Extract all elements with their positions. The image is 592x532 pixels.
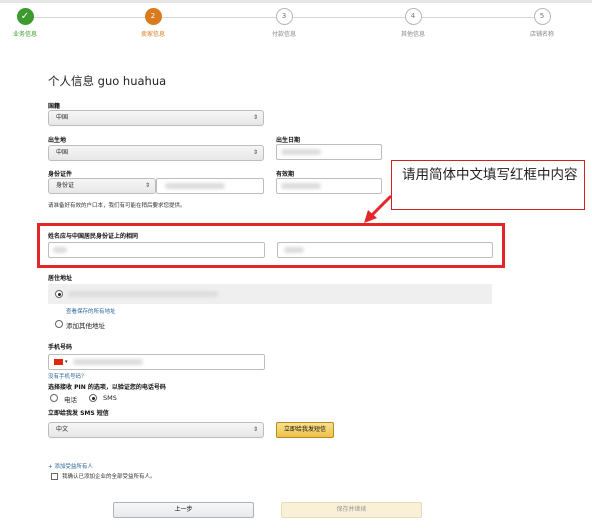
residence-label: 居住地址 [48, 275, 73, 282]
step-seller-info: 2 卖家信息 [113, 8, 193, 38]
id-document-label: 身份证件 [48, 171, 73, 178]
address-radio[interactable] [55, 290, 63, 298]
birthplace-select[interactable]: 中国 ⇕ [48, 145, 264, 161]
step-store-name: 5 店铺名称 [502, 8, 582, 38]
language-select[interactable]: 中文 ⇕ [48, 422, 264, 438]
call-label: 电话 [64, 396, 77, 404]
redacted-value [165, 183, 225, 189]
step-other-info: 4 其他信息 [373, 8, 453, 38]
call-radio[interactable] [50, 394, 58, 402]
id-note: 请准备好有效的户口本，我们有可能在稍后要求您提供。 [48, 203, 186, 209]
id-number-input[interactable] [156, 178, 264, 194]
progress-stepper: ✓ 业务信息 2 卖家信息 3 付款信息 4 其他信息 5 店铺名称 [0, 8, 592, 40]
send-sms-button[interactable]: 立即给我发短信 [276, 422, 334, 438]
step-label: 其他信息 [400, 31, 425, 38]
id-type-value: 身份证 [56, 182, 75, 189]
nationality-select[interactable]: 中国 ⇕ [48, 110, 264, 126]
redacted-address [68, 291, 218, 297]
id-type-select[interactable]: 身份证 ⇕ [48, 178, 156, 194]
select-arrow-icon: ⇕ [144, 182, 150, 189]
step-number: 5 [533, 8, 551, 25]
save-continue-button[interactable]: 保存并继续 [281, 502, 422, 518]
confirm-beneficiary-checkbox[interactable] [51, 473, 58, 480]
step-number: 4 [404, 8, 422, 25]
pin-option-label: 选择接收 PIN 的选项，以验证您的电话号码 [48, 384, 166, 391]
step-business-info: ✓ 业务信息 [0, 8, 65, 38]
select-arrow-icon: ⇕ [252, 426, 258, 433]
step-connector [153, 17, 542, 18]
nationality-label: 国籍 [48, 103, 61, 110]
no-phone-link[interactable]: 没有手机号码？ [48, 372, 87, 380]
step-payment-info: 3 付款信息 [244, 8, 324, 38]
nationality-value: 中国 [56, 114, 69, 121]
previous-button[interactable]: 上一步 [113, 502, 254, 518]
page-title: 个人信息 guo huahua [48, 74, 167, 88]
saved-address-option[interactable] [48, 284, 492, 304]
top-divider [0, 0, 592, 3]
step-label: 业务信息 [12, 31, 37, 38]
birthplace-value: 中国 [56, 149, 69, 156]
add-address-radio[interactable] [55, 320, 63, 328]
select-arrow-icon: ⇕ [252, 114, 258, 121]
birthdate-input[interactable] [276, 144, 382, 160]
instruction-callout: 请用简体中文填写红框中内容 [391, 160, 585, 210]
step-number: 2 [144, 8, 162, 25]
step-number: 3 [275, 8, 293, 25]
step-label: 付款信息 [271, 31, 296, 38]
confirm-beneficiary-label: 我确认已添加企业的全部受益所有人。 [62, 474, 156, 480]
redacted-phone [73, 359, 143, 365]
redacted-value [281, 183, 321, 189]
language-value: 中文 [56, 426, 69, 433]
step-label: 店铺名称 [529, 31, 554, 38]
view-all-addresses-link[interactable]: 查看保存的所有地址 [66, 307, 116, 315]
country-dropdown-caret[interactable]: ▾ [65, 355, 68, 369]
birthplace-label: 出生地 [48, 137, 67, 144]
sms-label: SMS [103, 394, 117, 402]
callout-arrow-icon [364, 194, 393, 223]
china-flag-icon[interactable] [54, 359, 63, 365]
select-arrow-icon: ⇕ [252, 149, 258, 156]
sms-radio[interactable] [89, 394, 97, 402]
add-address-label: 添加其他地址 [66, 322, 105, 330]
birthdate-label: 出生日期 [276, 137, 301, 144]
add-beneficiary-link[interactable]: + 添加受益所有人 [48, 462, 93, 470]
highlight-box [37, 223, 505, 268]
checkmark-icon: ✓ [16, 8, 34, 25]
expiry-label: 有效期 [276, 171, 295, 178]
phone-label: 手机号码 [48, 344, 73, 351]
phone-input[interactable]: ▾ [48, 354, 265, 370]
redacted-value [281, 149, 321, 155]
sms-now-label: 立即给我发 SMS 短信 [48, 410, 109, 417]
step-label: 卖家信息 [140, 31, 165, 38]
